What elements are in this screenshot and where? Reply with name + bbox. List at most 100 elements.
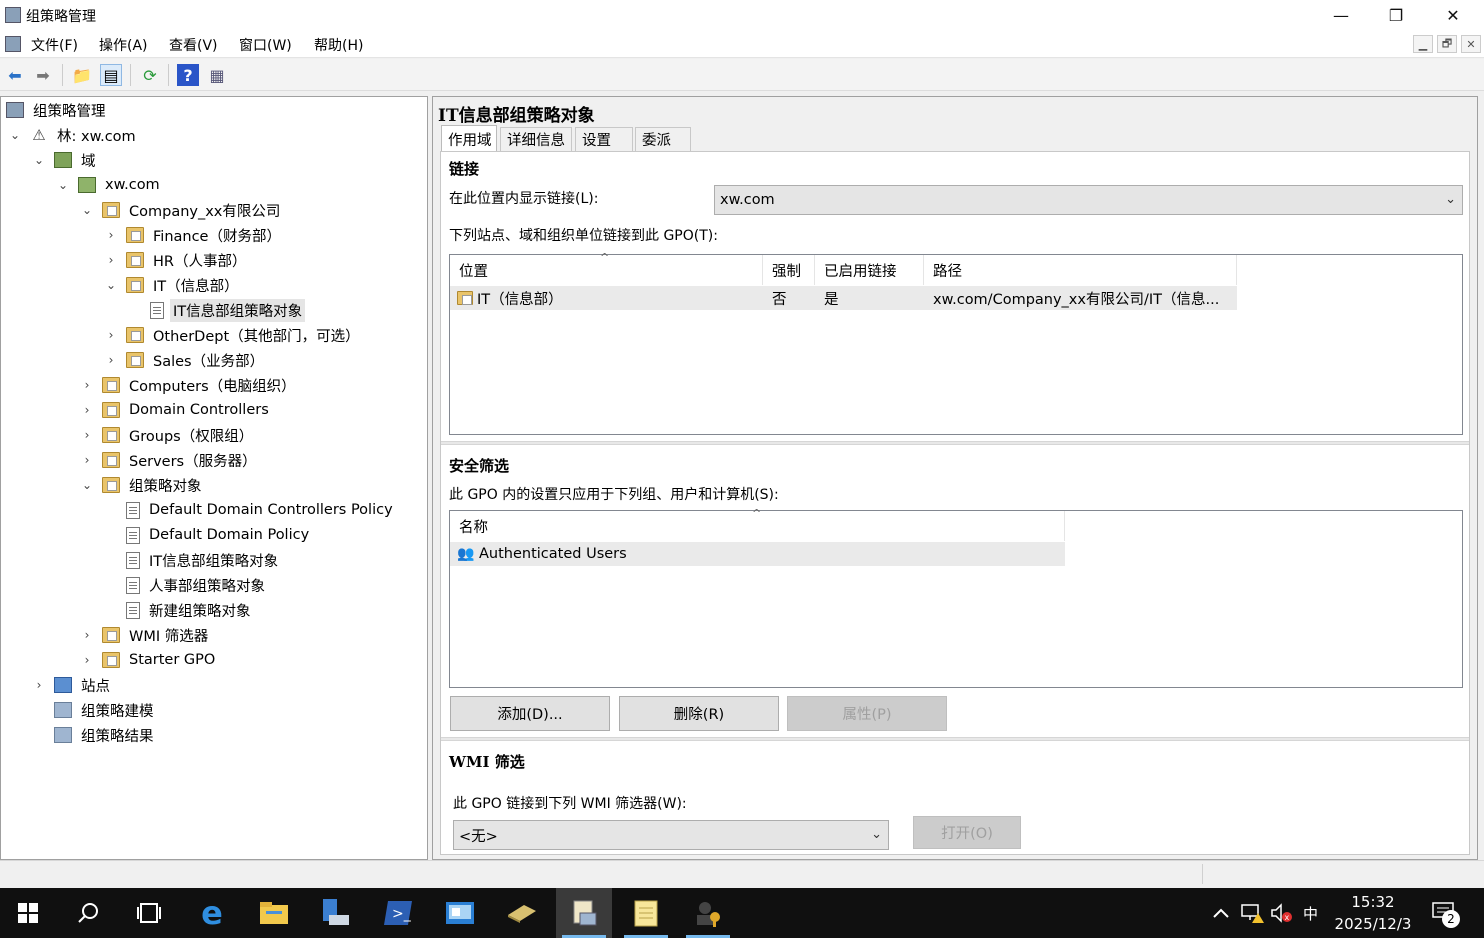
links-list[interactable]: 位置 ^ 强制 已启用链接 路径 IT（信息部） 否 是 xw.com/Compa… [449,251,1463,435]
chevron-down-icon[interactable]: ⌄ [8,123,22,147]
volume-muted-icon[interactable]: x [1270,888,1294,938]
add-button[interactable]: 添加(D)... [450,696,610,731]
tree-modeling[interactable]: 组策略建模 [54,698,157,722]
column-location[interactable]: 位置 ^ [450,251,763,285]
chevron-right-icon[interactable]: › [80,623,94,647]
chevron-right-icon[interactable]: › [104,248,118,272]
tab-details[interactable]: 详细信息 [500,127,572,151]
mdi-close-button[interactable]: ✕ [1461,35,1481,53]
tree-root[interactable]: 组策略管理 [6,98,109,122]
column-path[interactable]: 路径 [924,255,1237,285]
tree-gpo-hr[interactable]: 人事部组策略对象 [124,573,268,597]
tree-starter-gpo[interactable]: Starter GPO [102,648,218,672]
tree-gpo-ddp[interactable]: Default Domain Policy [124,523,312,547]
chevron-right-icon[interactable]: › [104,348,118,372]
table-row[interactable]: 👥 Authenticated Users [450,542,1065,566]
show-hidden-icons-icon[interactable] [1212,888,1230,938]
tree-sites[interactable]: 站点 [54,673,113,697]
group-policy-icon[interactable] [556,888,612,938]
view-icon[interactable]: ▦ [206,64,228,86]
notepad-icon[interactable] [618,888,674,938]
tree-ou-dcs[interactable]: Domain Controllers [102,398,272,422]
tree-forest[interactable]: ⚠ 林: xw.com [30,123,139,147]
task-view-icon[interactable] [121,888,177,938]
tree-gpo-new[interactable]: 新建组策略对象 [124,598,254,622]
tree-ou-finance[interactable]: Finance（财务部） [126,223,284,247]
maximize-button[interactable]: ❐ [1373,0,1419,30]
folder-up-icon[interactable]: 📁 [71,64,93,86]
tree-gpo-container[interactable]: 组策略对象 [102,473,205,497]
edge-icon[interactable]: e [184,888,240,938]
ime-indicator[interactable]: 中 [1303,888,1318,938]
minimize-button[interactable]: — [1318,0,1364,30]
tab-scope[interactable]: 作用域 [441,125,497,152]
mdi-restore-button[interactable]: 🗗 [1437,35,1457,53]
tree-ou-it[interactable]: IT（信息部） [126,273,242,297]
chevron-down-icon[interactable]: ⌄ [80,473,94,497]
tree-ou-servers[interactable]: Servers（服务器） [102,448,260,472]
column-name[interactable]: 名称 ^ [450,507,1065,541]
remove-button[interactable]: 删除(R) [619,696,779,731]
column-link-enabled[interactable]: 已启用链接 [815,255,924,285]
security-list[interactable]: 名称 ^ 👥 Authenticated Users [449,507,1463,688]
help-icon[interactable]: ? [177,64,199,86]
chevron-down-icon[interactable]: ⌄ [104,273,118,297]
tree-ou-other[interactable]: OtherDept（其他部门，可选） [126,323,363,347]
forward-arrow-icon[interactable]: ➡ [32,64,54,86]
tree-ou-company[interactable]: Company_xx有限公司 [102,198,283,222]
powershell-icon[interactable]: >_ [370,888,426,938]
chevron-right-icon[interactable]: › [80,423,94,447]
wmi-filter-dropdown[interactable]: <无> ⌄ [453,820,889,850]
mdi-minimize-button[interactable]: ▁ [1413,35,1433,53]
tab-delegation[interactable]: 委派 [635,127,691,151]
menu-window[interactable]: 窗口(W) [239,35,292,55]
menu-file[interactable]: 文件(F) [31,35,78,55]
location-dropdown[interactable]: xw.com ⌄ [714,185,1463,215]
tree-gpo-it[interactable]: IT信息部组策略对象 [124,548,281,572]
tree-wmi-filters[interactable]: WMI 筛选器 [102,623,211,647]
tree-results[interactable]: 组策略结果 [54,723,157,747]
menu-view[interactable]: 查看(V) [169,35,218,55]
chevron-right-icon[interactable]: › [32,673,46,697]
chevron-down-icon[interactable]: ⌄ [80,198,94,222]
chevron-down-icon[interactable]: ⌄ [56,173,70,197]
toolbox-icon[interactable] [494,888,550,938]
tree-ou-computers[interactable]: Computers（电脑组织） [102,373,299,397]
start-icon[interactable] [0,888,56,938]
chevron-right-icon[interactable]: › [80,398,94,422]
ou-folder-icon [126,252,144,268]
tab-settings[interactable]: 设置 [575,127,633,151]
back-arrow-icon[interactable]: ⬅ [4,64,26,86]
chevron-down-icon[interactable]: ⌄ [32,148,46,172]
chevron-right-icon[interactable]: › [80,373,94,397]
tree-gpo-ddcp[interactable]: Default Domain Controllers Policy [124,498,396,522]
open-button[interactable]: 打开(O) [913,816,1021,849]
console-tree-icon[interactable]: ▤ [100,64,122,86]
ad-users-icon[interactable] [680,888,736,938]
tree-domains[interactable]: 域 [54,148,99,172]
menu-help[interactable]: 帮助(H) [314,35,363,55]
tree-ou-hr[interactable]: HR（人事部） [126,248,249,272]
clock-date: 2025/12/3 [1334,915,1412,933]
column-enforced[interactable]: 强制 [763,255,815,285]
tree-domain-xw[interactable]: xw.com [78,173,163,197]
network-warning-icon[interactable] [1240,888,1264,938]
chevron-right-icon[interactable]: › [80,448,94,472]
clock[interactable]: 15:32 2025/12/3 [1326,891,1420,935]
notification-center-icon[interactable]: 2 [1432,888,1460,938]
close-button[interactable]: ✕ [1430,0,1476,30]
tree-ou-groups[interactable]: Groups（权限组） [102,423,256,447]
chevron-right-icon[interactable]: › [104,323,118,347]
file-explorer-icon[interactable] [246,888,302,938]
table-row[interactable]: IT（信息部） 否 是 xw.com/Company_xx有限公司/IT（信息.… [450,286,1237,310]
chevron-right-icon[interactable]: › [104,223,118,247]
tree-gpo-link-it[interactable]: IT信息部组策略对象 [148,298,306,322]
chevron-right-icon[interactable]: › [80,648,94,672]
tree-ou-sales[interactable]: Sales（业务部） [126,348,267,372]
refresh-icon[interactable]: ⟳ [139,64,161,86]
server-manager-icon[interactable] [308,888,364,938]
search-icon[interactable] [61,888,117,938]
control-panel-icon[interactable] [432,888,488,938]
menu-action[interactable]: 操作(A) [99,35,148,55]
properties-button[interactable]: 属性(P) [787,696,947,731]
